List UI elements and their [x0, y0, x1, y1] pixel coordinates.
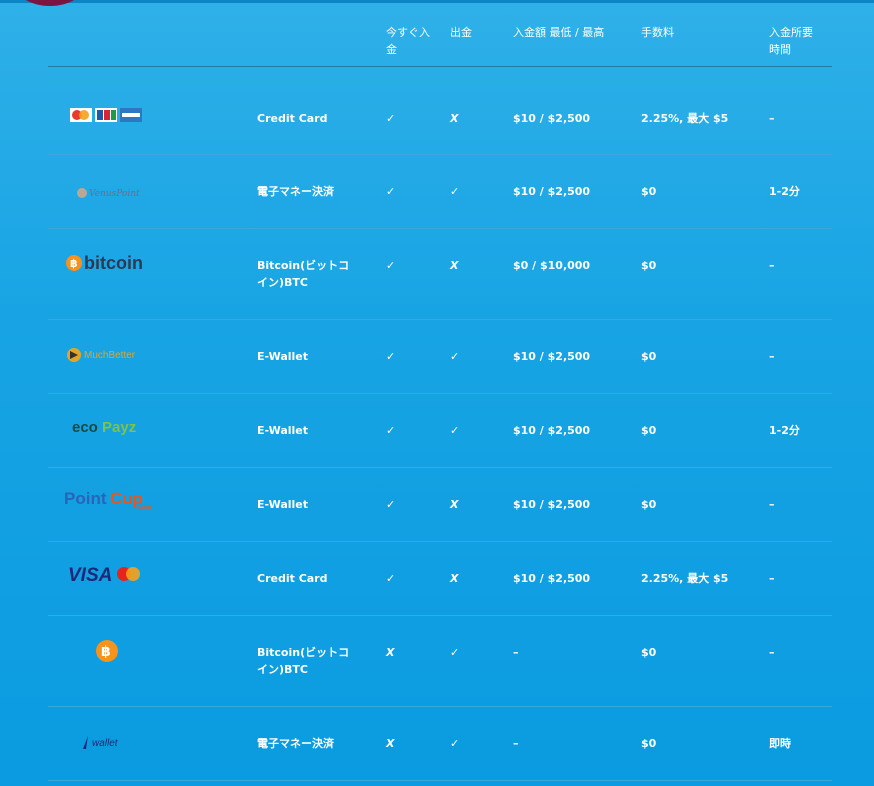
svg-text:wallet: wallet: [92, 738, 119, 749]
fee-value: $0: [641, 424, 657, 437]
header-spacer: [48, 67, 832, 82]
deposit-time-value: 即時: [769, 737, 791, 750]
mastercard-jcb-amex-logo: [64, 104, 154, 128]
payment-method-name: Bitcoin(ビットコイン)BTC: [257, 646, 350, 676]
fee-value: $0: [641, 737, 657, 750]
fee-value: $0: [641, 498, 657, 511]
ewallet-logo: wallet: [64, 731, 154, 755]
instant-deposit-value: ✓: [386, 498, 396, 511]
payment-method-name: Bitcoin(ビットコイン)BTC: [257, 259, 350, 289]
deposit-amount-value: $0 / $10,000: [513, 259, 591, 272]
withdrawal-value: X: [450, 498, 459, 511]
deposit-amount-value: $10 / $2,500: [513, 572, 591, 585]
svg-text:MuchBetter: MuchBetter: [84, 350, 136, 361]
svg-text:eco: eco: [72, 419, 98, 436]
instant-deposit-value: ✓: [386, 572, 396, 585]
table-row: ฿ Bitcoin(ビットコイン)BTC X ✓ – $0 –: [48, 616, 832, 707]
deposit-time-value: –: [769, 646, 775, 659]
fee-value: $0: [641, 350, 657, 363]
withdrawal-value: X: [450, 572, 459, 585]
header-instant-deposit: 今すぐ入金: [386, 26, 430, 56]
fee-value: 2.25%, 最大 $5: [641, 112, 729, 125]
table-row: VenusPoint 電子マネー決済 ✓ ✓ $10 / $2,500 $0 1-2分: [48, 155, 832, 229]
fee-value: $0: [641, 646, 657, 659]
deposit-amount-value: $10 / $2,500: [513, 498, 591, 511]
instant-deposit-value: ✓: [386, 259, 396, 272]
pointcup-logo: Point Cup .com: [64, 488, 154, 512]
svg-text:Payz: Payz: [102, 419, 136, 436]
deposit-amount-value: –: [513, 646, 519, 659]
svg-text:.com: .com: [136, 504, 151, 511]
table-row: wallet 電子マネー決済 X ✓ – $0 即時: [48, 707, 832, 781]
deposit-amount-value: $10 / $2,500: [513, 112, 591, 125]
deposit-time-value: –: [769, 498, 775, 511]
instant-deposit-value: X: [386, 646, 395, 659]
payment-method-name: E-Wallet: [257, 424, 309, 437]
muchbetter-logo: MuchBetter: [64, 342, 154, 366]
instant-deposit-value: ✓: [386, 350, 396, 363]
deposit-amount-value: $10 / $2,500: [513, 424, 591, 437]
bitcoin-coin-logo: ฿: [64, 638, 154, 662]
fee-value: $0: [641, 185, 657, 198]
payment-method-name: 電子マネー決済: [257, 737, 334, 750]
svg-text:฿: ฿: [101, 644, 111, 660]
deposit-time-value: –: [769, 350, 775, 363]
instant-deposit-value: X: [386, 737, 395, 750]
bitcoin-logo: ฿ bitcoin: [64, 251, 154, 275]
header-fee: 手数料: [641, 26, 674, 39]
svg-text:฿: ฿: [70, 257, 78, 270]
deposit-time-value: –: [769, 259, 775, 272]
deposit-time-value: –: [769, 112, 775, 125]
deposit-amount-value: $10 / $2,500: [513, 350, 591, 363]
ecopayz-logo: eco Payz: [64, 414, 154, 438]
payment-method-name: Credit Card: [257, 112, 328, 125]
withdrawal-value: X: [450, 259, 459, 272]
header-deposit-amount: 入金額 最低 / 最高: [513, 26, 605, 39]
visa-mastercard-logo: VISA: [64, 562, 154, 586]
svg-text:VenusPoint: VenusPoint: [89, 189, 140, 199]
deposit-time-value: 1-2分: [769, 424, 800, 437]
payment-method-name: Credit Card: [257, 572, 328, 585]
table-row: Credit Card ✓ X $10 / $2,500 2.25%, 最大 $5 –: [48, 82, 832, 155]
fee-value: $0: [641, 259, 657, 272]
instant-deposit-value: ✓: [386, 424, 396, 437]
instant-deposit-value: ✓: [386, 185, 396, 198]
payment-method-name: E-Wallet: [257, 498, 309, 511]
venuspoint-logo: VenusPoint: [64, 181, 154, 205]
table-row: Point Cup .com E-Wallet ✓ X $10 / $2,500 $0 –: [48, 468, 832, 542]
table-row: MuchBetter E-Wallet ✓ ✓ $10 / $2,500 $0 –: [48, 320, 832, 394]
svg-text:bitcoin: bitcoin: [84, 253, 143, 273]
table-body: Credit Card ✓ X $10 / $2,500 2.25%, 最大 $5 – Ve…: [48, 82, 832, 781]
withdrawal-value: ✓: [450, 424, 460, 437]
withdrawal-value: ✓: [450, 737, 460, 750]
header-withdrawal: 出金: [450, 26, 472, 39]
deposit-amount-value: $10 / $2,500: [513, 185, 591, 198]
table-header: 今すぐ入金 出金 入金額 最低 / 最高 手数料 入金所要時間: [48, 0, 832, 67]
table-row: ฿ bitcoin Bitcoin(ビットコイン)BTC ✓ X $0 / $10,000…: [48, 229, 832, 320]
withdrawal-value: ✓: [450, 646, 460, 659]
withdrawal-value: X: [450, 112, 459, 125]
svg-text:Point: Point: [64, 489, 107, 508]
table-row: eco Payz E-Wallet ✓ ✓ $10 / $2,500 $0 1-2分: [48, 394, 832, 468]
svg-text:VISA: VISA: [68, 565, 112, 586]
withdrawal-value: ✓: [450, 350, 460, 363]
payment-method-name: E-Wallet: [257, 350, 309, 363]
withdrawal-value: ✓: [450, 185, 460, 198]
table-row: VISA Credit Card ✓ X $10 / $2,500 2.25%, 最大 $…: [48, 542, 832, 616]
header-deposit-time: 入金所要時間: [769, 26, 813, 56]
deposit-time-value: –: [769, 572, 775, 585]
fee-value: 2.25%, 最大 $5: [641, 572, 729, 585]
payment-method-name: 電子マネー決済: [257, 185, 334, 198]
payment-methods-table: 今すぐ入金 出金 入金額 最低 / 最高 手数料 入金所要時間 Credit C…: [48, 0, 832, 781]
instant-deposit-value: ✓: [386, 112, 396, 125]
deposit-amount-value: –: [513, 737, 519, 750]
deposit-time-value: 1-2分: [769, 185, 800, 198]
